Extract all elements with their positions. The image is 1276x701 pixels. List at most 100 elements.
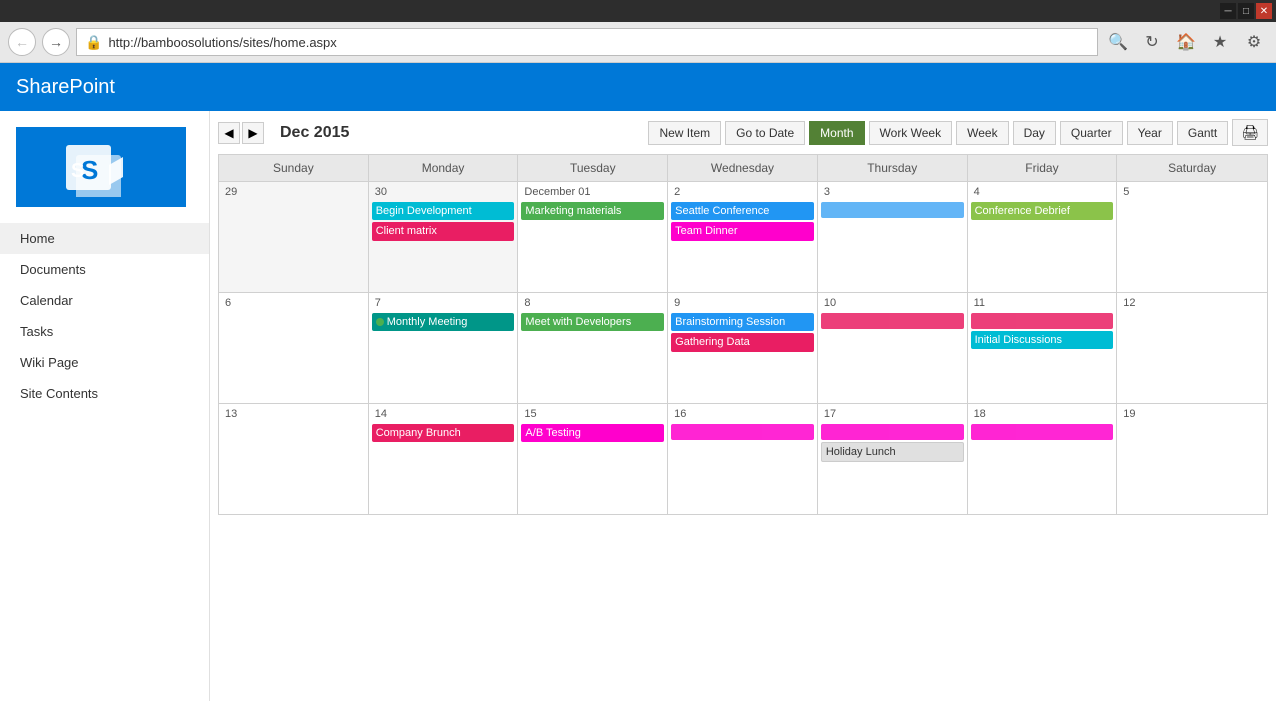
new-item-button[interactable]: New Item — [648, 121, 721, 145]
cal-cell-dec06: 6 — [219, 293, 369, 403]
date-dec14: 14 — [371, 406, 516, 422]
event-initial-discussions[interactable]: Initial Discussions — [971, 331, 1114, 349]
date-nov30: 30 — [371, 184, 516, 200]
event-monthly-meeting[interactable]: Monthly Meeting — [372, 313, 515, 331]
cal-cell-dec14: 14 Company Brunch — [369, 404, 519, 514]
event-ab-testing-cont1 — [671, 424, 814, 440]
minimize-button[interactable]: ─ — [1220, 3, 1236, 19]
calendar-toolbar: ◀ ▶ Dec 2015 New Item Go to Date Month W… — [218, 119, 1268, 146]
event-seattle-conference[interactable]: Seattle Conference — [671, 202, 814, 220]
settings-button[interactable]: ⚙ — [1240, 28, 1268, 56]
event-client-matrix[interactable]: Client matrix — [372, 222, 515, 240]
week-row-2: 6 7 Monthly Meeting 8 Meet with Develope… — [219, 293, 1267, 404]
event-gathering-data[interactable]: Gathering Data — [671, 333, 814, 351]
cal-cell-nov30: 30 Begin Development Client matrix — [369, 182, 519, 292]
cal-cell-dec15: 15 A/B Testing — [518, 404, 668, 514]
browser-bar: ← → 🔒 http://bamboosolutions/sites/home.… — [0, 22, 1276, 63]
header-wednesday: Wednesday — [668, 155, 818, 182]
view-gantt-button[interactable]: Gantt — [1177, 121, 1228, 145]
cal-cell-dec09: 9 Brainstorming Session Gathering Data — [668, 293, 818, 403]
header-saturday: Saturday — [1117, 155, 1267, 182]
view-month-button[interactable]: Month — [809, 121, 864, 145]
date-dec19: 19 — [1119, 406, 1265, 422]
cal-cell-dec04: 4 Conference Debrief — [968, 182, 1118, 292]
calendar-grid: Sunday Monday Tuesday Wednesday Thursday… — [218, 154, 1268, 515]
cal-cell-dec08: 8 Meet with Developers — [518, 293, 668, 403]
browser-security-icon: 🔒 — [85, 34, 102, 51]
go-to-date-button[interactable]: Go to Date — [725, 121, 805, 145]
event-conference-debrief[interactable]: Conference Debrief — [971, 202, 1114, 220]
home-button[interactable]: 🏠 — [1172, 28, 1200, 56]
event-ab-testing-cont3 — [971, 424, 1114, 440]
title-bar: ─ □ ✕ — [0, 0, 1276, 22]
view-year-button[interactable]: Year — [1127, 121, 1173, 145]
date-dec15: 15 — [520, 406, 665, 422]
sidebar-item-home[interactable]: Home — [0, 223, 209, 254]
header-monday: Monday — [369, 155, 519, 182]
event-meet-developers[interactable]: Meet with Developers — [521, 313, 664, 331]
search-button[interactable]: 🔍 — [1104, 28, 1132, 56]
main-layout: S S Home Documents Calendar Tasks Wiki P… — [0, 111, 1276, 701]
cal-cell-dec03: 3 — [818, 182, 968, 292]
view-workweek-button[interactable]: Work Week — [869, 121, 953, 145]
date-dec16: 16 — [670, 406, 815, 422]
event-begin-development[interactable]: Begin Development — [372, 202, 515, 220]
date-dec12: 12 — [1119, 295, 1265, 311]
date-dec10: 10 — [820, 295, 965, 311]
sidebar-nav: Home Documents Calendar Tasks Wiki Page … — [0, 223, 209, 409]
date-nov29: 29 — [221, 184, 366, 200]
favorites-button[interactable]: ★ — [1206, 28, 1234, 56]
svg-text:S: S — [71, 160, 84, 182]
monthly-meeting-dot — [376, 318, 384, 326]
cal-cell-dec05: 5 — [1117, 182, 1267, 292]
address-bar[interactable]: 🔒 http://bamboosolutions/sites/home.aspx — [76, 28, 1098, 56]
url-text: http://bamboosolutions/sites/home.aspx — [108, 35, 336, 50]
event-brainstorming[interactable]: Brainstorming Session — [671, 313, 814, 331]
sharepoint-title: SharePoint — [16, 76, 115, 99]
sidebar-item-wiki[interactable]: Wiki Page — [0, 347, 209, 378]
header-sunday: Sunday — [219, 155, 369, 182]
event-holiday-lunch[interactable]: Holiday Lunch — [821, 442, 964, 462]
cal-cell-nov29: 29 — [219, 182, 369, 292]
cal-cell-dec18: 18 — [968, 404, 1118, 514]
maximize-button[interactable]: □ — [1238, 3, 1254, 19]
date-dec17: 17 — [820, 406, 965, 422]
event-gathering-data-cont2 — [971, 313, 1114, 329]
view-day-button[interactable]: Day — [1013, 121, 1056, 145]
sidebar-item-site-contents[interactable]: Site Contents — [0, 378, 209, 409]
print-button[interactable]: 🖨 — [1232, 119, 1268, 146]
view-week-button[interactable]: Week — [956, 121, 1008, 145]
week-row-3: 13 14 Company Brunch 15 A/B Testing 16 1… — [219, 404, 1267, 514]
sp-logo-svg: S S — [61, 137, 141, 197]
event-ab-testing-cont2 — [821, 424, 964, 440]
header-friday: Friday — [968, 155, 1118, 182]
sidebar-item-tasks[interactable]: Tasks — [0, 316, 209, 347]
refresh-button[interactable]: ↻ — [1138, 28, 1166, 56]
close-button[interactable]: ✕ — [1256, 3, 1272, 19]
view-quarter-button[interactable]: Quarter — [1060, 121, 1123, 145]
date-dec05: 5 — [1119, 184, 1265, 200]
back-button[interactable]: ← — [8, 28, 36, 56]
sidebar-item-documents[interactable]: Documents — [0, 254, 209, 285]
sidebar: S S Home Documents Calendar Tasks Wiki P… — [0, 111, 210, 701]
event-seattle-conference-cont — [821, 202, 964, 218]
next-month-button[interactable]: ▶ — [242, 122, 264, 144]
cal-cell-dec02: 2 Seattle Conference Team Dinner — [668, 182, 818, 292]
prev-month-button[interactable]: ◀ — [218, 122, 240, 144]
date-dec01: December 01 — [520, 184, 665, 200]
event-marketing-materials[interactable]: Marketing materials — [521, 202, 664, 220]
date-dec11: 11 — [970, 295, 1115, 311]
calendar-header-row: Sunday Monday Tuesday Wednesday Thursday… — [219, 155, 1267, 182]
event-company-brunch[interactable]: Company Brunch — [372, 424, 515, 442]
date-dec08: 8 — [520, 295, 665, 311]
forward-button[interactable]: → — [42, 28, 70, 56]
calendar-nav: ◀ ▶ — [218, 122, 264, 144]
event-team-dinner[interactable]: Team Dinner — [671, 222, 814, 240]
cal-cell-dec12: 12 — [1117, 293, 1267, 403]
sidebar-item-calendar[interactable]: Calendar — [0, 285, 209, 316]
event-ab-testing[interactable]: A/B Testing — [521, 424, 664, 442]
cal-cell-dec13: 13 — [219, 404, 369, 514]
calendar-area: ◀ ▶ Dec 2015 New Item Go to Date Month W… — [210, 111, 1276, 701]
cal-cell-dec01: December 01 Marketing materials — [518, 182, 668, 292]
date-dec02: 2 — [670, 184, 815, 200]
